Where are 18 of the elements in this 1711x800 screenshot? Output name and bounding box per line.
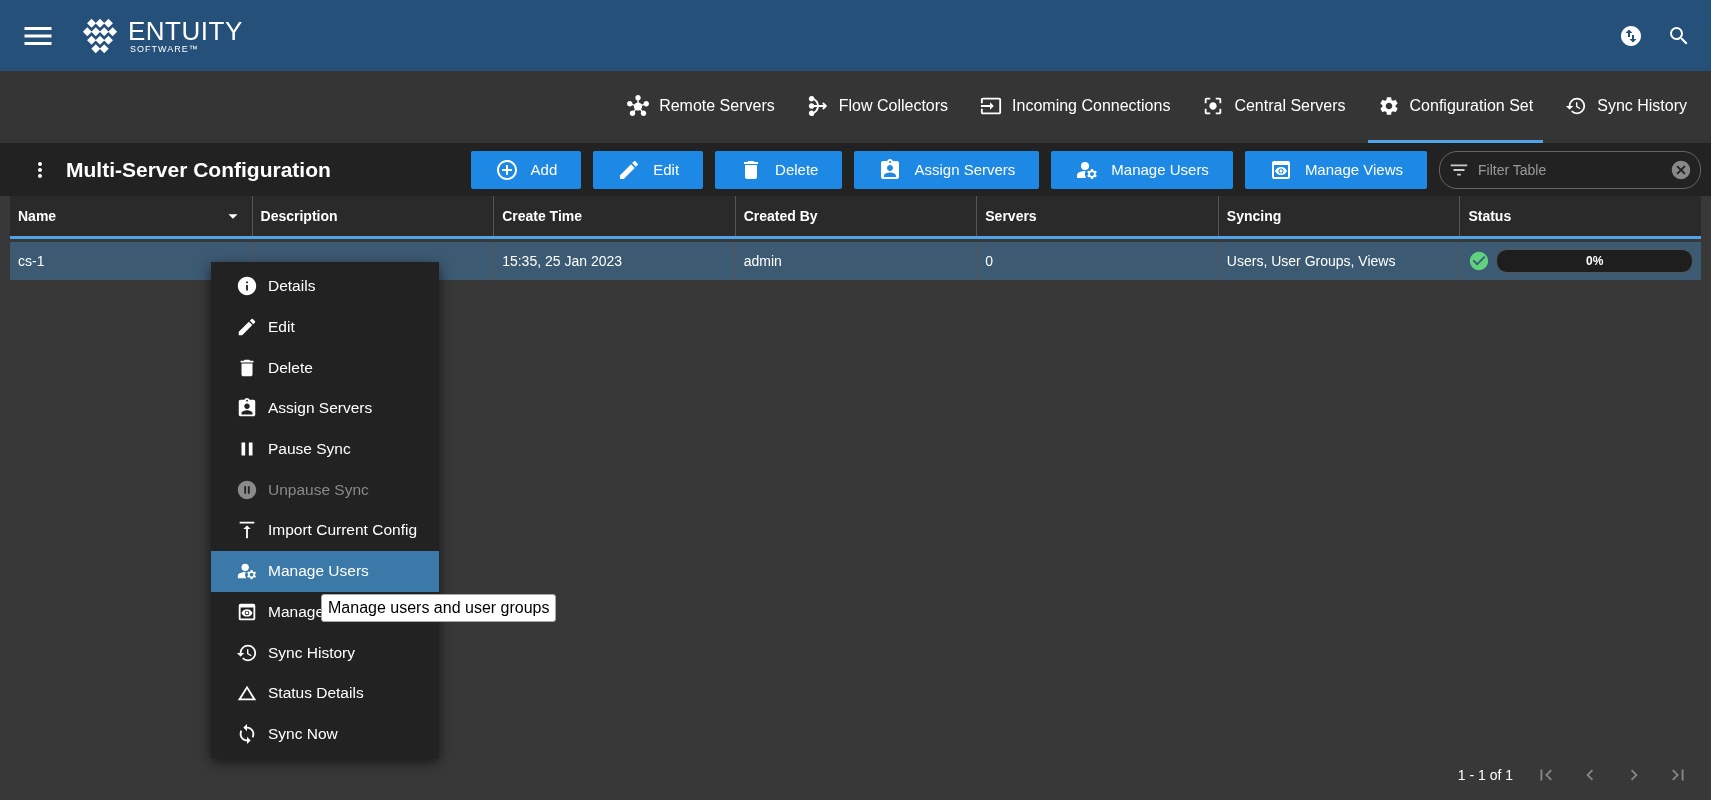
column-label: Syncing (1226, 208, 1282, 224)
column-label: Create Time (502, 208, 583, 224)
table-cell: 0 (985, 253, 994, 269)
table-cell: admin (743, 253, 782, 269)
progress-reading: 0% (1586, 254, 1604, 268)
column-label: Servers (985, 208, 1037, 224)
page-title: Multi-Server Configuration (66, 157, 332, 182)
page-range: 1 - 1 of 1 (1457, 767, 1513, 783)
tooltip: Manage users and user groups (321, 594, 557, 622)
column-label: Description (260, 208, 338, 224)
column-label: Name (18, 208, 57, 224)
table-cell: 15:35, 25 Jan 2023 (502, 253, 623, 269)
column-label: Status (1468, 208, 1512, 224)
logo-name: ENTUITY (128, 17, 243, 44)
table-cell: Users, User Groups, Views (1226, 253, 1396, 269)
table-cell: cs-1 (18, 253, 45, 269)
logo-tagline: SOFTWARE™ (130, 43, 200, 54)
column-label: Created By (743, 208, 818, 224)
